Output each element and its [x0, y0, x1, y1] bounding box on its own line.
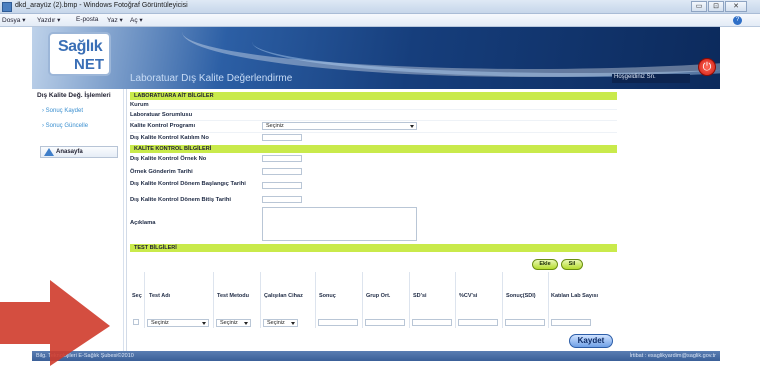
cihaz-select[interactable]: Seçiniz — [263, 319, 298, 327]
column-divider — [362, 272, 363, 328]
row-divider — [130, 109, 617, 110]
column-header-sdi: Sonuç(SDI) — [506, 293, 536, 299]
column-divider — [315, 272, 316, 328]
label-sorumlu: Laboratuar Sorumlusu — [130, 112, 193, 118]
column-divider — [502, 272, 503, 328]
baslangic-tarihi-input[interactable] — [262, 182, 302, 189]
bitis-tarihi-input[interactable] — [262, 196, 302, 203]
column-divider — [548, 272, 549, 328]
help-icon[interactable]: ? — [733, 16, 742, 25]
section-header-kk: KALİTE KONTROL BİLGİLERİ — [130, 145, 617, 153]
close-button[interactable]: ✕ — [725, 1, 747, 12]
label-katilim-no: Dış Kalite Kontrol Katılım No — [130, 135, 209, 141]
home-button[interactable]: Anasayfa — [40, 146, 118, 158]
menu-burn[interactable]: Yaz ▾ — [107, 16, 123, 24]
column-divider — [260, 272, 261, 328]
sdi-input[interactable] — [505, 319, 545, 326]
column-header-test-metodu: Test Metodu — [217, 293, 249, 299]
label-kurum: Kurum — [130, 102, 149, 108]
program-select-value: Seçiniz — [266, 123, 284, 129]
banner-swoosh-inner — [252, 27, 720, 77]
column-divider — [144, 272, 145, 328]
katilim-no-input[interactable] — [262, 134, 302, 141]
main-form: LABORATUARA AİT BİLGİLER Kurum Laboratua… — [126, 89, 617, 351]
chevron-down-icon — [202, 322, 206, 325]
column-header-sonuc: Sonuç — [319, 293, 336, 299]
window-title: dkd_arayüz (2).bmp - Windows Fotoğraf Gö… — [15, 2, 188, 9]
test-adi-select[interactable]: Seçiniz — [147, 319, 209, 327]
menu-print[interactable]: Yazdır ▾ — [37, 16, 60, 24]
ornek-no-input[interactable] — [262, 155, 302, 162]
column-header-sec: Seç — [132, 293, 142, 299]
test-adi-value: Seçiniz — [151, 320, 169, 326]
app-banner: Sağlık NET Laboratuar Dış Kalite Değerle… — [32, 27, 720, 89]
column-header-cv: %CV'si — [459, 293, 478, 299]
menu-email[interactable]: E-posta — [76, 16, 98, 23]
sidebar-item-sonuc-guncelle[interactable]: › Sonuç Güncelle — [42, 123, 88, 129]
column-header-test-adi: Test Adı — [149, 293, 171, 299]
label-aciklama: Açıklama — [130, 220, 156, 226]
home-up-arrow-icon — [44, 148, 54, 156]
status-right: İrtibat : esaglikyardim@saglik.gov.tr — [629, 353, 716, 359]
label-bitis-tarihi: Dış Kalite Kontrol Dönem Bitiş Tarihi — [130, 197, 232, 203]
chevron-down-icon — [410, 125, 414, 128]
logo-line2: NET — [74, 56, 104, 73]
label-gonderim-tarihi: Örnek Gönderim Tarihi — [130, 169, 193, 175]
chevron-down-icon — [291, 322, 295, 325]
kaydet-button[interactable]: Kaydet — [569, 334, 613, 348]
test-metodu-select[interactable]: Seçiniz — [216, 319, 251, 327]
sidebar-header: Dış Kalite Değ. İşlemleri — [37, 92, 111, 99]
saglik-net-logo: Sağlık NET — [48, 32, 111, 76]
ekle-button[interactable]: Ekle — [532, 259, 558, 270]
window-titlebar: dkd_arayüz (2).bmp - Windows Fotoğraf Gö… — [0, 0, 760, 14]
label-ornek-no: Dış Kalite Kontrol Örnek No — [130, 156, 207, 162]
column-divider — [409, 272, 410, 328]
label-program: Kalite Kontrol Programı — [130, 123, 196, 129]
column-header-sd: SD'si — [413, 293, 427, 299]
minimize-button[interactable]: ▭ — [691, 1, 707, 12]
sonuc-input[interactable] — [318, 319, 358, 326]
status-bar: Bilg. Teknolojileri E-Sağlık Şubesi©2010… — [32, 351, 720, 361]
sidebar-item-sonuc-kaydet[interactable]: › Sonuç Kaydet — [42, 108, 83, 114]
column-header-lab-sayisi: Katılan Lab Sayısı — [551, 293, 599, 299]
column-header-cihaz: Çalışılan Cihaz — [264, 293, 303, 299]
maximize-button[interactable]: ⊡ — [708, 1, 724, 12]
row-divider — [130, 132, 617, 133]
gonderim-tarihi-input[interactable] — [262, 168, 302, 175]
home-button-label: Anasayfa — [56, 149, 83, 155]
welcome-text: Hoşgeldiniz Sn. — [612, 74, 690, 83]
cihaz-value: Seçiniz — [267, 320, 285, 326]
column-divider — [213, 272, 214, 328]
section-header-test: TEST BİLGİLERİ — [130, 244, 617, 252]
section-header-lab: LABORATUARA AİT BİLGİLER — [130, 92, 617, 100]
test-metodu-value: Seçiniz — [220, 320, 238, 326]
menu-open[interactable]: Aç ▾ — [130, 16, 143, 24]
row-divider — [130, 120, 617, 121]
column-divider — [455, 272, 456, 328]
lab-sayisi-input[interactable] — [551, 319, 591, 326]
aciklama-textarea[interactable] — [262, 207, 417, 241]
menu-bar: Dosya ▾ Yazdır ▾ E-posta Yaz ▾ Aç ▾ ? — [0, 14, 760, 27]
sil-button[interactable]: Sil — [561, 259, 583, 270]
chevron-down-icon — [244, 322, 248, 325]
cv-input[interactable] — [458, 319, 498, 326]
logo-line1: Sağlık — [58, 38, 103, 55]
page-title: Laboratuar Dış Kalite Değerlendirme — [130, 73, 293, 84]
row-select-checkbox[interactable] — [133, 319, 139, 325]
menu-file[interactable]: Dosya ▾ — [2, 16, 26, 24]
app-icon — [2, 2, 12, 12]
program-select[interactable]: Seçiniz — [262, 122, 417, 130]
annotation-arrow-icon — [0, 280, 110, 366]
grup-ort-input[interactable] — [365, 319, 405, 326]
sd-input[interactable] — [412, 319, 452, 326]
logout-power-icon[interactable]: ⏻ — [698, 58, 716, 76]
column-header-grup-ort: Grup Ort. — [366, 293, 391, 299]
label-baslangic-tarihi: Dış Kalite Kontrol Dönem Başlangıç Tarih… — [130, 181, 246, 187]
